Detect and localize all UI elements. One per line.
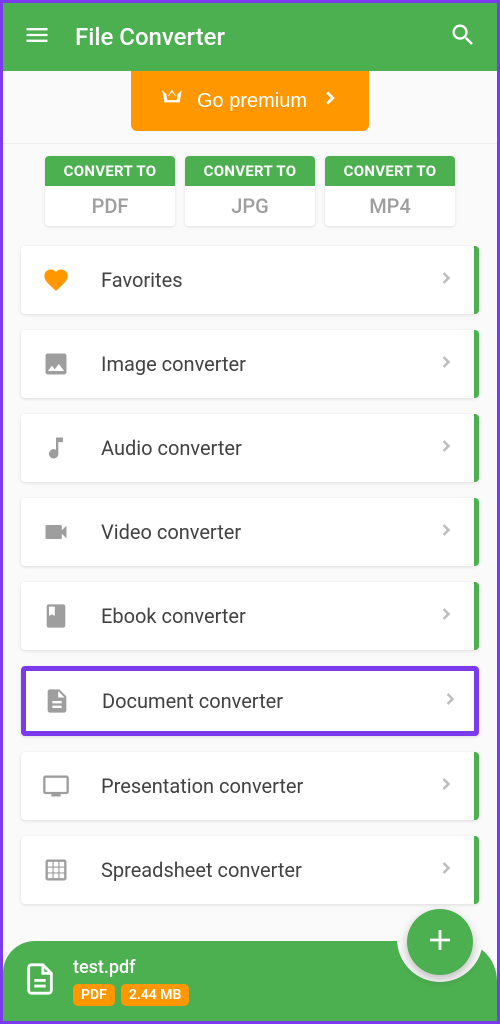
list-label: Ebook converter [101,604,436,628]
file-badges: PDF 2.44 MB [73,984,189,1006]
convert-format: MP4 [325,186,455,226]
list-item-video[interactable]: Video converter [21,498,479,566]
size-badge: 2.44 MB [121,984,190,1006]
format-badge: PDF [73,984,115,1006]
convert-label: CONVERT TO [45,156,175,186]
plus-icon [423,923,457,961]
list-label: Video converter [101,520,436,544]
list-item-audio[interactable]: Audio converter [21,414,479,482]
list-label: Audio converter [101,436,436,460]
chevron-right-icon [436,352,456,376]
document-icon [40,687,74,715]
app-header: File Converter [3,3,497,71]
convert-format: JPG [185,186,315,226]
chevron-right-icon [436,774,456,798]
chevron-right-icon [436,436,456,460]
list-label: Spreadsheet converter [101,858,436,882]
list-item-document[interactable]: Document converter [21,666,479,736]
convert-label: CONVERT TO [185,156,315,186]
convert-to-mp4[interactable]: CONVERT TO MP4 [325,156,455,226]
list-item-presentation[interactable]: Presentation converter [21,752,479,820]
list-item-spreadsheet[interactable]: Spreadsheet converter [21,836,479,904]
convert-label: CONVERT TO [325,156,455,186]
file-info: test.pdf PDF 2.44 MB [73,957,189,1006]
file-name: test.pdf [73,957,189,978]
list-label: Image converter [101,352,436,376]
convert-format: PDF [45,186,175,226]
chevron-right-icon [440,689,460,713]
convert-shortcuts: CONVERT TO PDF CONVERT TO JPG CONVERT TO… [3,144,497,238]
chevron-right-icon [436,858,456,882]
chevron-right-icon [436,604,456,628]
file-icon [23,962,57,1000]
premium-label: Go premium [197,90,307,113]
add-button[interactable] [407,909,473,975]
convert-to-pdf[interactable]: CONVERT TO PDF [45,156,175,226]
go-premium-button[interactable]: Go premium [131,71,369,131]
premium-banner: Go premium [3,71,497,144]
convert-to-jpg[interactable]: CONVERT TO JPG [185,156,315,226]
video-icon [39,518,73,546]
list-label: Document converter [102,689,440,713]
list-item-ebook[interactable]: Ebook converter [21,582,479,650]
chevron-right-icon [319,87,341,115]
heart-icon [39,266,73,294]
search-icon[interactable] [449,21,477,53]
list-label: Presentation converter [101,774,436,798]
crown-icon [159,85,185,117]
grid-icon [39,856,73,884]
list-label: Favorites [101,268,436,292]
chevron-right-icon [436,268,456,292]
menu-icon[interactable] [23,21,51,53]
monitor-icon [39,772,73,800]
book-icon [39,602,73,630]
list-item-favorites[interactable]: Favorites [21,246,479,314]
music-icon [39,434,73,462]
list-item-image[interactable]: Image converter [21,330,479,398]
image-icon [39,350,73,378]
page-title: File Converter [75,23,425,51]
converter-list: Favorites Image converter Audio converte… [3,238,497,928]
chevron-right-icon [436,520,456,544]
